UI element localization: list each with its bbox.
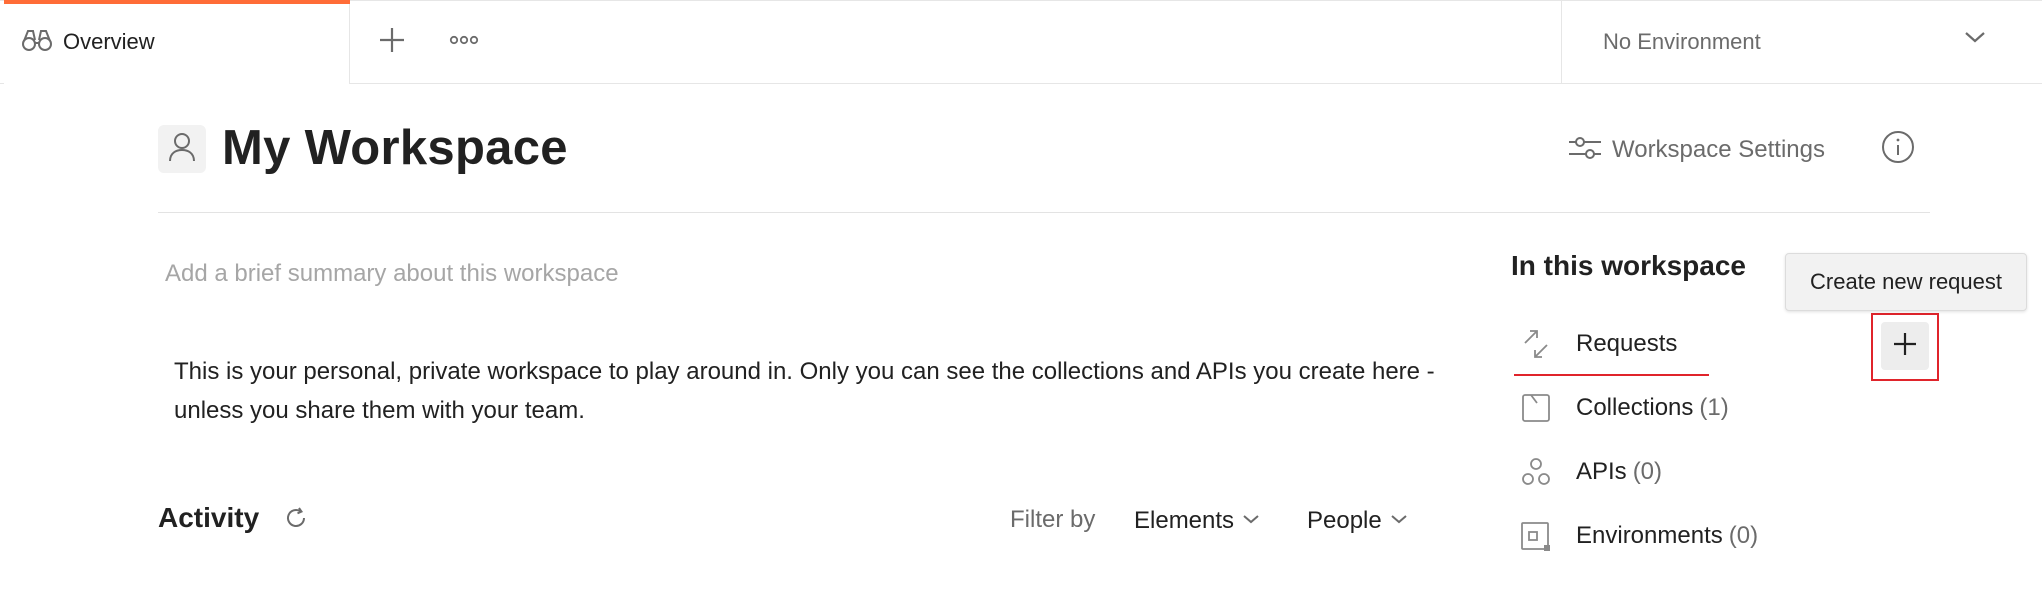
create-new-request-tooltip: Create new request <box>1785 253 2027 311</box>
chevron-down-icon <box>1964 30 1986 49</box>
filter-elements-dropdown[interactable]: Elements <box>1134 504 1260 538</box>
page-title: My Workspace <box>222 121 568 175</box>
panel-item-collections-count: (1) <box>1699 394 1729 421</box>
panel-item-requests[interactable]: Requests <box>1514 320 1677 368</box>
panel-item-apis[interactable]: APIs (0) <box>1514 448 1662 496</box>
panel-item-environments-count: (0) <box>1728 522 1759 549</box>
info-icon <box>1881 130 1915 169</box>
workspace-avatar <box>158 125 206 173</box>
refresh-icon <box>284 506 308 535</box>
workspace-settings-button[interactable]: Workspace Settings <box>1568 130 1825 170</box>
panel-item-environments[interactable]: Environments (0) <box>1514 512 1758 560</box>
tab-overview-label: Overview <box>63 29 155 54</box>
workspace-info-button[interactable] <box>1880 130 1916 169</box>
environment-icon <box>1514 514 1558 558</box>
tab-overview[interactable]: Overview <box>4 0 350 84</box>
panel-item-environments-label: Environments <box>1576 522 1723 549</box>
active-tab-indicator <box>4 0 350 4</box>
create-new-request-button[interactable] <box>1881 322 1929 370</box>
panel-item-apis-count: (0) <box>1632 458 1663 485</box>
sliders-icon <box>1568 134 1602 167</box>
new-tab-button[interactable] <box>372 22 412 62</box>
header-divider <box>158 212 1930 213</box>
filter-people-dropdown[interactable]: People <box>1307 504 1408 538</box>
plus-icon <box>378 26 406 59</box>
panel-item-requests-label: Requests <box>1576 330 1678 357</box>
request-icon <box>1514 322 1558 366</box>
activity-heading: Activity <box>158 502 260 533</box>
refresh-activity-button[interactable] <box>282 506 310 534</box>
more-tabs-button[interactable] <box>444 22 484 62</box>
filter-people-label: People <box>1307 507 1382 534</box>
chevron-down-icon <box>1242 512 1260 530</box>
more-horizontal-icon <box>449 33 479 51</box>
binoculars-icon <box>21 27 53 58</box>
chevron-down-icon <box>1390 512 1408 530</box>
plus-icon <box>1892 331 1918 362</box>
person-icon <box>168 131 196 168</box>
in-this-workspace-heading: In this workspace <box>1511 250 1746 281</box>
workspace-description: This is your personal, private workspace… <box>174 358 1435 424</box>
filter-by-label: Filter by <box>1010 506 1096 533</box>
workspace-summary-field[interactable]: Add a brief summary about this workspace <box>165 260 619 288</box>
tab-bar: Overview No Environment <box>0 0 2042 84</box>
requests-highlight-underline <box>1514 374 1709 376</box>
workspace-settings-label: Workspace Settings <box>1612 136 1825 163</box>
panel-item-collections[interactable]: Collections (1) <box>1514 384 1729 432</box>
environment-selector-label: No Environment <box>1603 29 1761 54</box>
panel-item-collections-label: Collections <box>1576 394 1694 421</box>
filter-elements-label: Elements <box>1134 507 1235 534</box>
collection-icon <box>1514 386 1558 430</box>
panel-item-apis-label: APIs <box>1576 458 1627 485</box>
api-icon <box>1514 450 1558 494</box>
environment-selector[interactable]: No Environment <box>1561 0 2042 84</box>
